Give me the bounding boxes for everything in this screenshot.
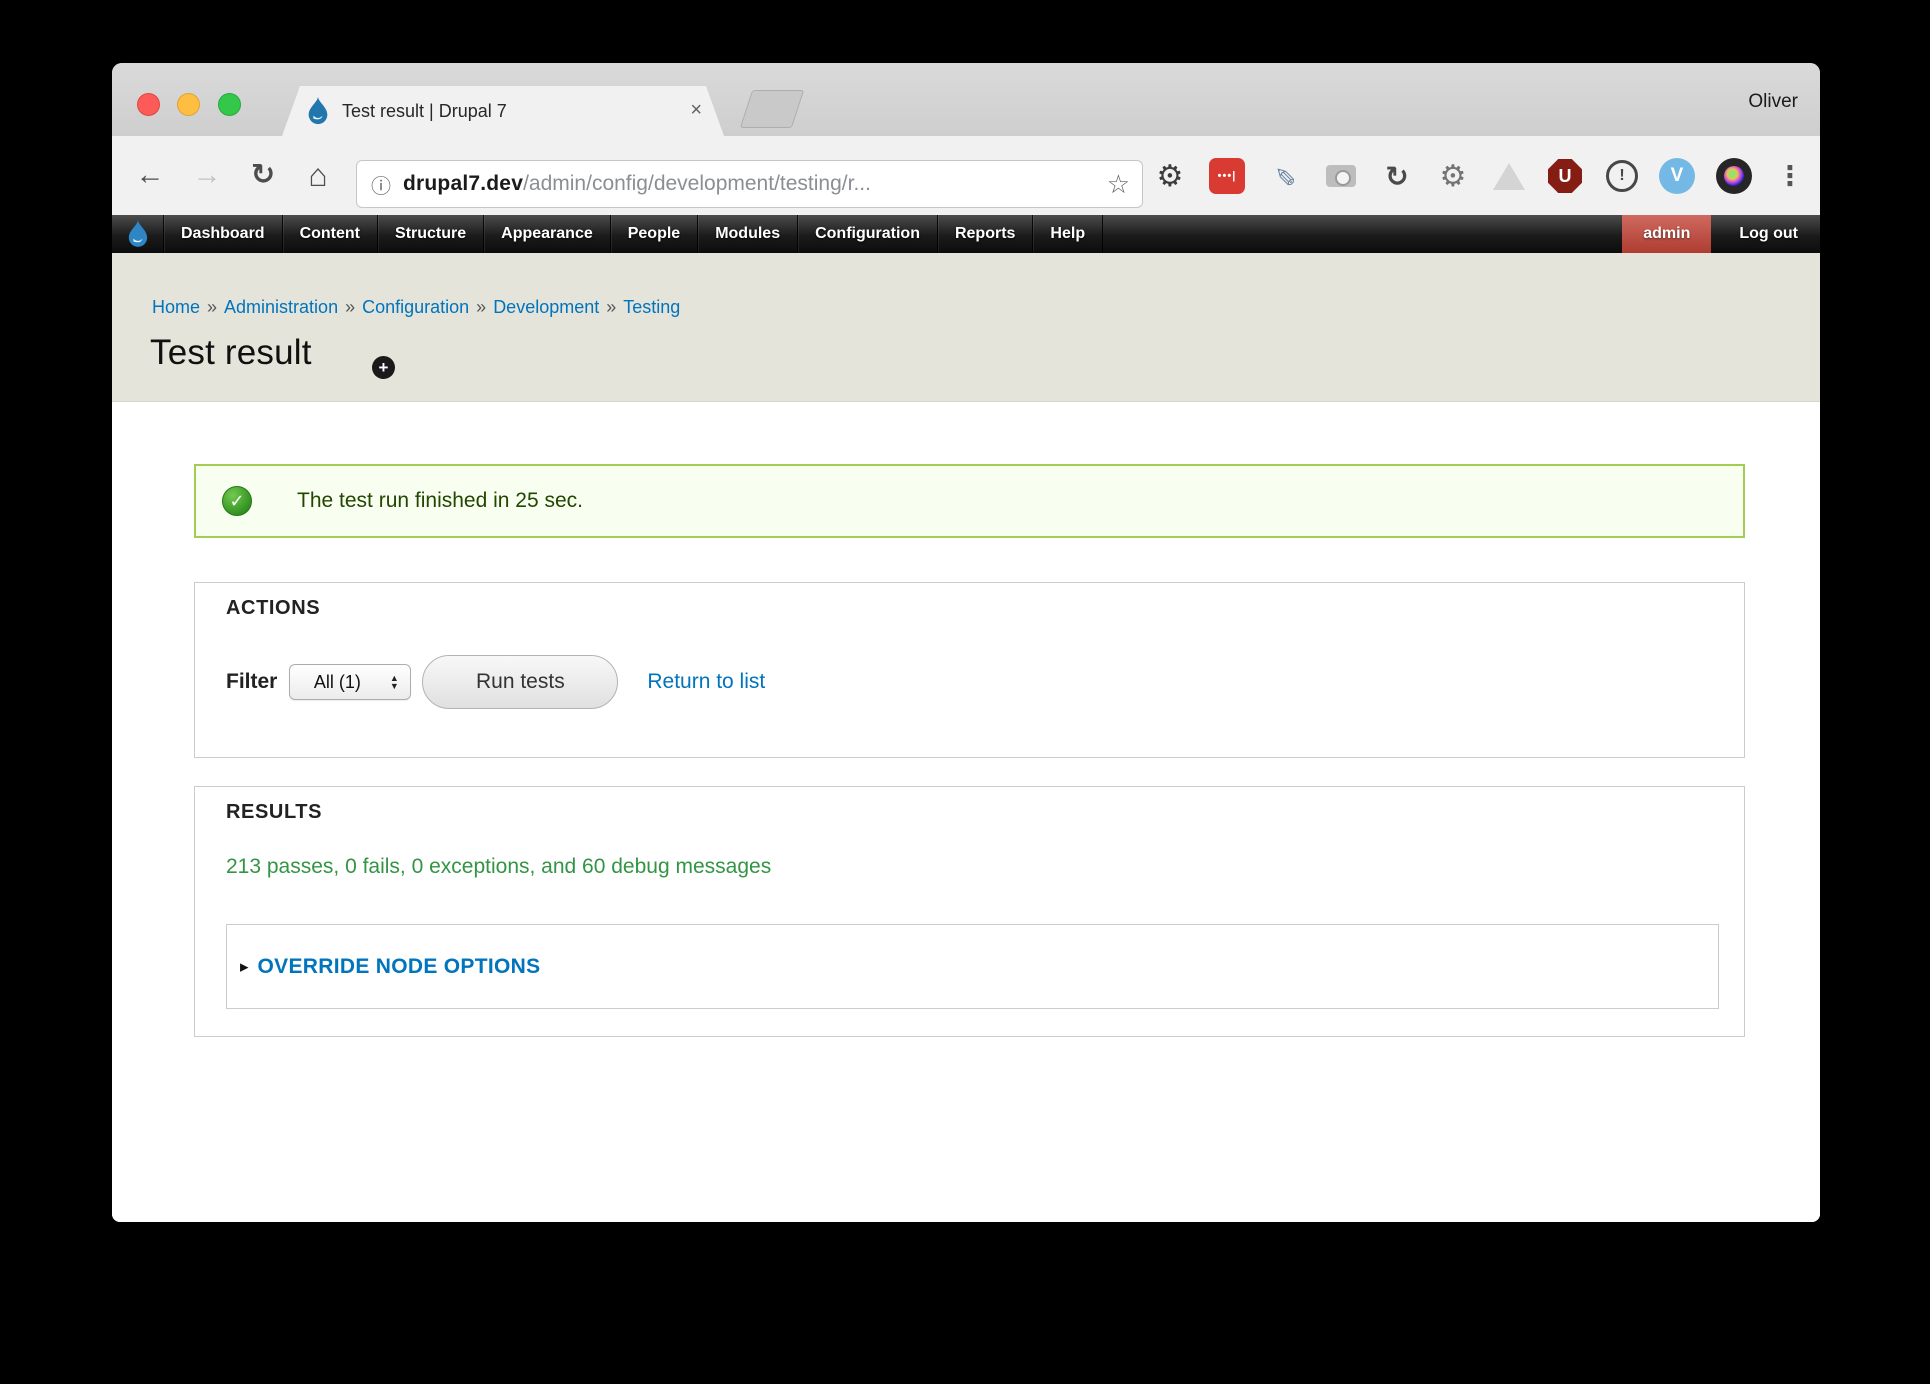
toolbar-item-dashboard[interactable]: Dashboard xyxy=(164,215,283,253)
adblock-gear-icon[interactable]: ⚙ xyxy=(1431,154,1475,198)
toolbar-item-structure[interactable]: Structure xyxy=(378,215,484,253)
results-panel: RESULTS 213 passes, 0 fails, 0 exception… xyxy=(194,786,1745,1037)
run-tests-button[interactable]: Run tests xyxy=(422,655,618,709)
actions-heading: ACTIONS xyxy=(226,597,320,620)
toolbar-item-modules[interactable]: Modules xyxy=(698,215,798,253)
tab-bar: Test result | Drupal 7 × Oliver xyxy=(112,63,1820,136)
toolbar-item-configuration[interactable]: Configuration xyxy=(798,215,938,253)
toolbar-spacer xyxy=(1103,215,1622,253)
sync-icon[interactable]: ↻ xyxy=(1375,154,1419,198)
v-badge-icon[interactable]: V xyxy=(1655,154,1699,198)
breadcrumb-separator: » xyxy=(469,297,493,317)
ublock-icon[interactable]: U xyxy=(1543,154,1587,198)
keyhole-icon[interactable]: ! xyxy=(1600,154,1644,198)
bookmark-star-icon[interactable]: ☆ xyxy=(1107,169,1130,200)
camera-icon[interactable] xyxy=(1319,154,1363,198)
toolbar-item-people[interactable]: People xyxy=(611,215,698,253)
desktop-background: Test result | Drupal 7 × Oliver ← → ↻ ⌂ … xyxy=(0,0,1930,1384)
zoom-window-icon[interactable] xyxy=(218,93,241,116)
breadcrumb-separator: » xyxy=(599,297,623,317)
collapsed-arrow-icon: ▸ xyxy=(240,957,249,977)
filter-label: Filter xyxy=(226,670,277,694)
close-window-icon[interactable] xyxy=(137,93,160,116)
breadcrumb-separator: » xyxy=(200,297,224,317)
minimize-window-icon[interactable] xyxy=(177,93,200,116)
url-path: /admin/config/development/testing/r... xyxy=(523,172,871,196)
drupal-favicon-icon xyxy=(306,97,330,125)
home-icon[interactable]: ⌂ xyxy=(298,136,338,215)
eyedropper-icon[interactable]: ✎ xyxy=(1262,154,1306,198)
reload-icon[interactable]: ↻ xyxy=(243,136,283,215)
toolbar-item-appearance[interactable]: Appearance xyxy=(484,215,611,253)
breadcrumb-home[interactable]: Home xyxy=(152,297,200,317)
breadcrumb-separator: » xyxy=(338,297,362,317)
filter-select[interactable]: All (1) ▲ ▼ xyxy=(289,664,411,700)
toolbar-item-help[interactable]: Help xyxy=(1033,215,1103,253)
address-bar[interactable]: ⓘ drupal7.dev /admin/config/development/… xyxy=(356,160,1143,208)
page-info-icon[interactable]: ⓘ xyxy=(371,170,391,199)
drupal-admin-toolbar: Dashboard Content Structure Appearance P… xyxy=(112,215,1820,253)
settings-gear-icon[interactable]: ⚙ xyxy=(1148,154,1192,198)
toolbar-item-content[interactable]: Content xyxy=(283,215,378,253)
actions-panel: ACTIONS Filter All (1) ▲ ▼ Run tests Ret… xyxy=(194,582,1745,758)
status-message: ✓ The test run finished in 25 sec. xyxy=(194,464,1745,538)
breadcrumb-development[interactable]: Development xyxy=(493,297,599,317)
override-node-options-fieldset[interactable]: ▸ OVERRIDE NODE OPTIONS xyxy=(226,924,1719,1009)
browser-menu-icon[interactable]: ⋮ xyxy=(1768,154,1812,198)
results-summary: 213 passes, 0 fails, 0 exceptions, and 6… xyxy=(226,855,771,879)
forward-icon: → xyxy=(187,136,227,215)
return-to-list-link[interactable]: Return to list xyxy=(647,670,765,694)
url-host: drupal7.dev xyxy=(403,172,523,196)
new-tab-button[interactable] xyxy=(740,90,804,128)
drupal-home-button[interactable] xyxy=(112,215,164,253)
toolbar-logout[interactable]: Log out xyxy=(1725,215,1812,253)
status-ok-icon: ✓ xyxy=(222,486,252,516)
drupal-logo-icon xyxy=(127,220,149,248)
breadcrumb-configuration[interactable]: Configuration xyxy=(362,297,469,317)
tab-close-icon[interactable]: × xyxy=(690,86,702,136)
status-message-text: The test run finished in 25 sec. xyxy=(297,489,583,513)
camera-lens-icon[interactable] xyxy=(1712,154,1756,198)
add-shortcut-icon[interactable]: + xyxy=(372,356,395,379)
browser-profile-name[interactable]: Oliver xyxy=(1748,63,1798,136)
browser-tab[interactable]: Test result | Drupal 7 × xyxy=(282,86,724,136)
filter-select-value: All (1) xyxy=(290,672,384,693)
select-arrows-icon: ▲ ▼ xyxy=(384,674,404,690)
select-down-icon: ▼ xyxy=(390,682,399,690)
page-title: Test result xyxy=(150,333,312,373)
breadcrumb-administration[interactable]: Administration xyxy=(224,297,338,317)
browser-window: Test result | Drupal 7 × Oliver ← → ↻ ⌂ … xyxy=(112,63,1820,1222)
toolbar-user-admin[interactable]: admin xyxy=(1622,215,1711,253)
drive-icon[interactable] xyxy=(1487,154,1531,198)
tab-title: Test result | Drupal 7 xyxy=(342,86,507,136)
breadcrumb: Home»Administration»Configuration»Develo… xyxy=(152,297,680,318)
toolbar-item-reports[interactable]: Reports xyxy=(938,215,1033,253)
override-node-options-label[interactable]: OVERRIDE NODE OPTIONS xyxy=(258,955,541,979)
breadcrumb-testing[interactable]: Testing xyxy=(623,297,680,317)
browser-navbar: ← → ↻ ⌂ ⓘ drupal7.dev /admin/config/deve… xyxy=(112,136,1820,215)
filter-row: Filter All (1) ▲ ▼ Run tests Return to l… xyxy=(226,655,765,709)
back-icon[interactable]: ← xyxy=(130,136,170,215)
results-heading: RESULTS xyxy=(226,801,322,824)
page-content: ✓ The test run finished in 25 sec. ACTIO… xyxy=(112,402,1820,1222)
page-header: Home»Administration»Configuration»Develo… xyxy=(112,253,1820,402)
password-manager-icon[interactable]: •••| xyxy=(1205,154,1249,198)
